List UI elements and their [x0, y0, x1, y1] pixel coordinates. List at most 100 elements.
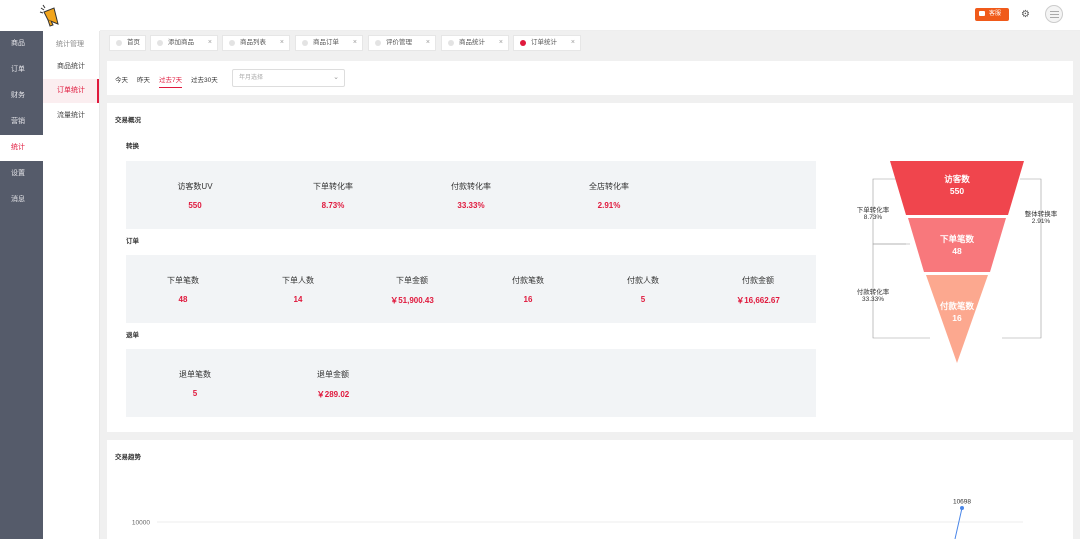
stat-order-conversion: 下单转化率 8.73% — [283, 181, 383, 210]
close-icon[interactable]: × — [499, 36, 503, 50]
chevron-down-icon: ⌄ — [333, 74, 339, 81]
trend-title: 交易趋势 — [115, 454, 141, 461]
tab-goods-list[interactable]: 商品列表 × — [222, 35, 290, 51]
stat-order-buyers: 下单人数 14 — [248, 275, 348, 304]
nav-item-goods[interactable]: 商品 — [0, 31, 43, 57]
nav-item-marketing[interactable]: 营销 — [0, 109, 43, 135]
stat-value: 16 — [523, 295, 533, 304]
customer-service-button[interactable]: 客服 — [975, 8, 1009, 21]
funnel-stage-name: 付款笔数 — [939, 301, 974, 311]
orders-stats-box: 下单笔数 48 下单人数 14 下单金额 ￥51,900.43 付款笔数 16 … — [126, 255, 816, 323]
stat-label: 下单金额 — [396, 276, 428, 285]
stat-label: 下单转化率 — [313, 182, 353, 191]
refunds-stats-box: 退单笔数 5 退单金额 ￥289.02 — [126, 349, 816, 417]
chat-icon — [979, 11, 985, 16]
funnel-visitors-text: 访客数 550 — [907, 173, 1007, 197]
tab-home[interactable]: 首页 — [109, 35, 146, 51]
data-label: 10698 — [953, 499, 971, 506]
nav-item-finance[interactable]: 财务 — [0, 83, 43, 109]
logo-area — [0, 0, 100, 31]
tab-review-mgmt[interactable]: 评价管理 × — [368, 35, 436, 51]
stat-refund-amount: 退单金额 ￥289.02 — [283, 369, 383, 400]
nav-item-statistics[interactable]: 统计 — [0, 135, 43, 161]
close-icon[interactable]: × — [280, 36, 284, 50]
tab-order-stats[interactable]: 订单统计 × — [513, 35, 581, 51]
tab-dot-icon — [375, 40, 381, 46]
close-icon[interactable]: × — [426, 36, 430, 50]
series-line — [954, 507, 963, 539]
funnel-rate-value: 2.91% — [1031, 218, 1051, 225]
stat-value: 5 — [192, 389, 198, 398]
stat-label: 付款人数 — [627, 276, 659, 285]
nav-item-messages[interactable]: 消息 — [0, 187, 43, 213]
orders-section-label: 订单 — [126, 238, 139, 245]
close-icon[interactable]: × — [353, 36, 357, 50]
tab-dot-icon — [229, 40, 235, 46]
funnel-rate-overall: 整体转换率 2.91% — [1011, 208, 1071, 225]
tab-add-goods[interactable]: 添加商品 × — [150, 35, 218, 51]
stat-label: 下单笔数 — [167, 276, 199, 285]
funnel-stage-value: 48 — [952, 246, 962, 256]
date-filter: 今天 昨天 过去7天 过去30天 年月选择 ⌄ — [107, 61, 1073, 95]
stat-payment-conversion: 付款转化率 33.33% — [421, 181, 521, 210]
stat-visitors-uv: 访客数UV 550 — [145, 181, 245, 210]
customer-service-label: 客服 — [989, 11, 1002, 17]
stat-value: 48 — [178, 295, 188, 304]
close-icon[interactable]: × — [571, 36, 575, 50]
main-nav: 商品 订单 财务 营销 统计 设置 消息 — [0, 0, 43, 539]
funnel-stage-value: 550 — [949, 186, 965, 196]
stat-label: 付款金额 — [742, 276, 774, 285]
month-select-placeholder: 年月选择 — [239, 75, 264, 81]
stat-store-conversion: 全店转化率 2.91% — [559, 181, 659, 210]
stat-label: 退单笔数 — [179, 370, 211, 379]
stat-label: 全店转化率 — [589, 182, 629, 191]
filter-last-30-days[interactable]: 过去30天 — [191, 74, 218, 84]
nav-item-orders[interactable]: 订单 — [0, 57, 43, 83]
month-select[interactable]: 年月选择 ⌄ — [232, 69, 345, 87]
stat-order-amount: 下单金额 ￥51,900.43 — [362, 275, 462, 306]
stat-label: 退单金额 — [317, 370, 349, 379]
funnel-rate-label: 整体转换率 — [1024, 211, 1058, 218]
trade-trend-card: 交易趋势 10000 10698 — [107, 440, 1073, 539]
stat-paid-buyers: 付款人数 5 — [593, 275, 693, 304]
conversion-section-label: 转换 — [126, 143, 139, 150]
filter-yesterday[interactable]: 昨天 — [137, 74, 150, 84]
filter-today[interactable]: 今天 — [115, 74, 128, 84]
tab-label: 商品列表 — [240, 39, 266, 46]
tab-goods-orders[interactable]: 商品订单 × — [295, 35, 363, 51]
tab-bar: 首页 添加商品 × 商品列表 × 商品订单 × 评价管理 × 商品统计 × 订单… — [100, 31, 1080, 53]
tab-dot-icon — [116, 40, 122, 46]
submenu-item-traffic-stats[interactable]: 流量统计 — [43, 104, 99, 128]
trend-line-chart: 10000 10698 — [132, 499, 1023, 539]
submenu-item-goods-stats[interactable]: 商品统计 — [43, 55, 99, 79]
stat-label: 付款笔数 — [512, 276, 544, 285]
tab-label: 商品订单 — [313, 39, 339, 46]
submenu-item-order-stats[interactable]: 订单统计 — [43, 79, 99, 103]
tab-label: 评价管理 — [386, 39, 412, 46]
funnel-rate-label: 下单转化率 — [856, 207, 890, 214]
tab-label: 订单统计 — [531, 39, 557, 46]
tab-goods-stats[interactable]: 商品统计 × — [441, 35, 509, 51]
stat-paid-amount: 付款金额 ￥16,662.67 — [708, 275, 808, 306]
tab-dot-icon — [448, 40, 454, 46]
funnel-stage-value: 16 — [952, 313, 962, 323]
stat-value: 550 — [188, 201, 202, 210]
stat-value: 33.33% — [457, 201, 485, 210]
nav-item-settings[interactable]: 设置 — [0, 161, 43, 187]
data-point — [960, 506, 964, 510]
funnel-rate-label: 付款转化率 — [856, 289, 890, 296]
funnel-rate-value: 8.73% — [863, 214, 883, 221]
stat-value: ￥51,900.43 — [390, 296, 434, 305]
close-icon[interactable]: × — [208, 36, 212, 50]
avatar[interactable] — [1045, 5, 1063, 23]
filter-last-7-days[interactable]: 过去7天 — [159, 74, 183, 88]
funnel-orders-text: 下单笔数 48 — [907, 233, 1007, 257]
stat-label: 访客数UV — [177, 182, 213, 191]
funnel-stage-name: 访客数 — [944, 174, 970, 184]
gear-icon[interactable]: ⚙ — [1020, 9, 1031, 20]
stat-label: 下单人数 — [282, 276, 314, 285]
submenu-title: 统计管理 — [56, 41, 84, 48]
stat-label: 付款转化率 — [451, 182, 491, 191]
funnel-payments-text: 付款笔数 16 — [907, 300, 1007, 324]
stat-order-count: 下单笔数 48 — [133, 275, 233, 304]
